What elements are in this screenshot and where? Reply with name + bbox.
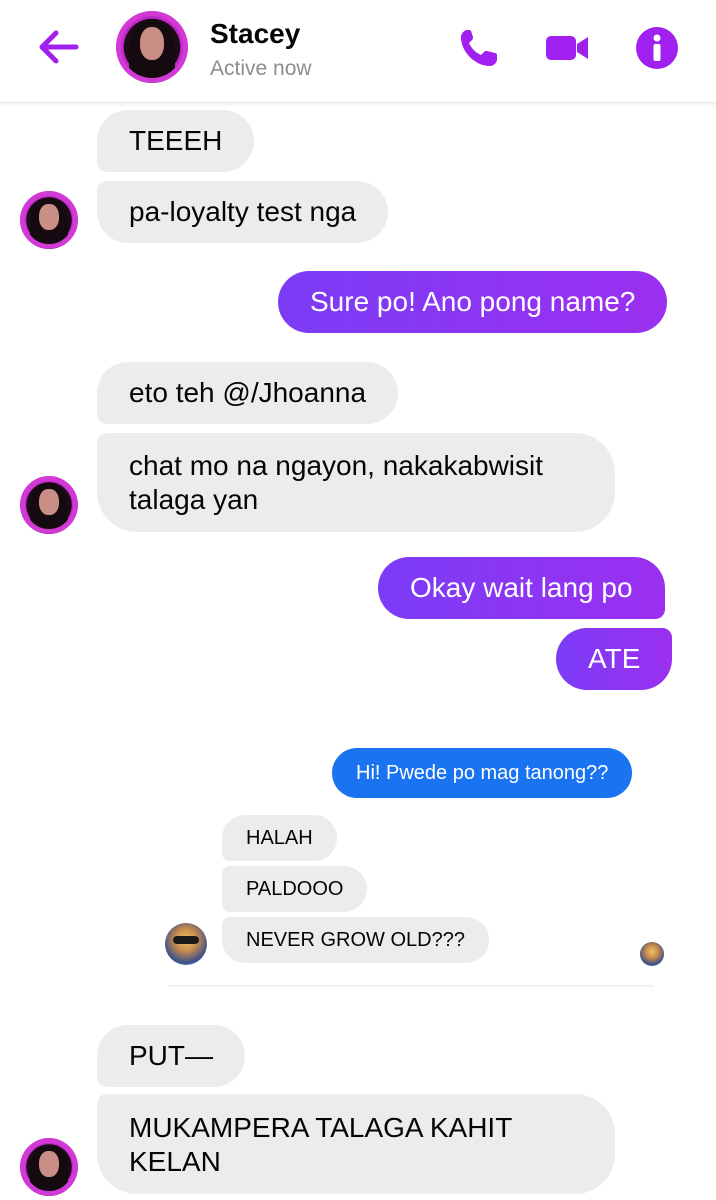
embedded-outgoing-message: Hi! Pwede po mag tanong?? — [332, 748, 633, 798]
active-status: Active now — [210, 57, 312, 80]
incoming-message[interactable]: pa-loyalty test nga — [97, 181, 389, 243]
embedded-divider — [168, 985, 654, 987]
embedded-reply: NEVER GROW OLD??? — [222, 917, 489, 963]
info-icon[interactable] — [633, 24, 681, 72]
chat-header: Stacey Active now — [0, 0, 716, 103]
incoming-message[interactable]: chat mo na ngayon, nakakabwisit talaga y… — [97, 433, 615, 532]
sender-avatar[interactable] — [20, 1138, 78, 1196]
contact-avatar[interactable] — [116, 11, 188, 83]
incoming-message[interactable]: eto teh @/Jhoanna — [97, 362, 399, 424]
incoming-message[interactable]: PUT— — [97, 1025, 245, 1087]
sender-avatar[interactable] — [20, 476, 78, 534]
message-line: talaga yan — [129, 484, 259, 515]
incoming-message[interactable]: MUKAMPERA TALAGA KAHIT KELAN — [97, 1094, 615, 1194]
message-line: MUKAMPERA TALAGA KAHIT — [129, 1112, 513, 1143]
sender-avatar[interactable] — [20, 191, 78, 249]
contact-name[interactable]: Stacey — [210, 18, 300, 50]
incoming-message[interactable]: TEEEH — [97, 110, 255, 172]
outgoing-message[interactable]: Okay wait lang po — [378, 557, 665, 619]
embedded-reply: PALDOOO — [222, 866, 368, 912]
outgoing-message[interactable]: ATE — [556, 628, 673, 690]
embedded-reply: HALAH — [222, 815, 337, 861]
back-arrow-icon[interactable] — [36, 27, 80, 67]
embedded-sender-avatar — [165, 923, 207, 965]
message-line: chat mo na ngayon, nakakabwisit — [129, 450, 544, 481]
embedded-seen-avatar — [640, 942, 664, 966]
video-camera-icon[interactable] — [543, 24, 591, 72]
message-line: KELAN — [129, 1146, 221, 1177]
phone-icon[interactable] — [455, 24, 503, 72]
outgoing-message[interactable]: Sure po! Ano pong name? — [278, 271, 668, 333]
